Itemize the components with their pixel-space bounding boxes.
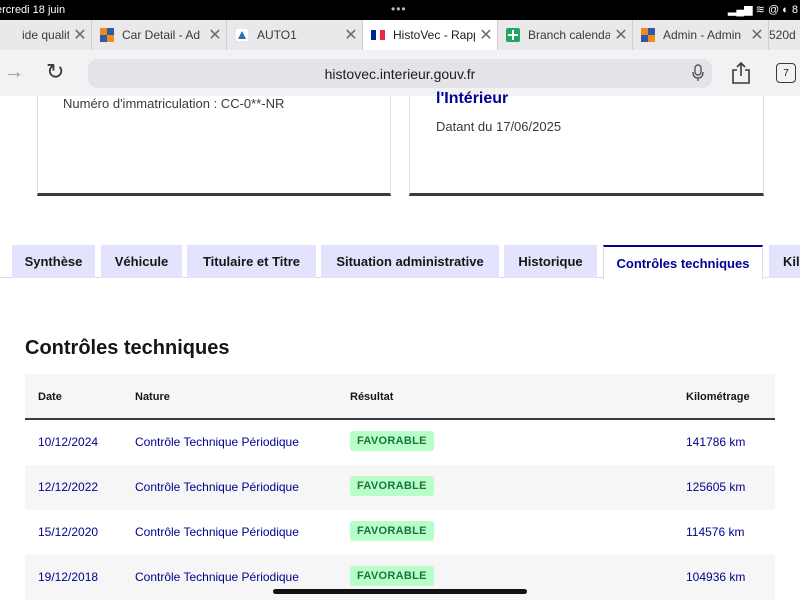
browser-tab-title: 520d [769, 28, 796, 42]
tab-synthese[interactable]: Synthèse [12, 245, 95, 278]
inspection-nature: Contrôle Technique Périodique [135, 525, 299, 539]
inspection-date: 15/12/2020 [38, 525, 99, 539]
tab-vehicule[interactable]: Véhicule [101, 245, 182, 278]
green-sheet-favicon-icon [506, 28, 520, 42]
page-title: Contrôles techniques [25, 337, 230, 359]
report-issuer-card: l'Intérieur Datant du 17/06/2025 [409, 90, 764, 196]
result-badge: FAVORABLE [350, 566, 434, 586]
orange-blue-grid-favicon-icon [641, 28, 655, 42]
inspection-date: 12/12/2022 [38, 480, 99, 494]
table-row: 15/12/2020 Contrôle Technique Périodique… [25, 510, 775, 555]
browser-tab[interactable]: 520d [769, 20, 800, 50]
browser-tab-title: AUTO1 [257, 28, 297, 42]
browser-tab-title: Branch calenda [528, 28, 610, 42]
reload-icon[interactable]: ↻ [46, 59, 64, 85]
status-bar: ercredi 18 juin ••• ▂▄▆ ≋ @ ◐ 8 [0, 0, 800, 20]
result-badge: FAVORABLE [350, 476, 434, 496]
inspection-date: 19/12/2018 [38, 570, 99, 584]
share-icon[interactable] [730, 61, 752, 85]
inspections-table: Date Nature Résultat Kilométrage 10/12/2… [25, 374, 775, 600]
tab-historique[interactable]: Historique [504, 245, 597, 278]
close-tab-icon[interactable]: ✕ [340, 25, 362, 45]
home-indicator[interactable] [273, 589, 527, 594]
browser-tab-title: HistoVec - Rapp [393, 28, 475, 42]
inspection-nature: Contrôle Technique Périodique [135, 480, 299, 494]
tab-kilometrage[interactable]: Kilo [769, 245, 800, 278]
browser-tab-title: ide qualité - [22, 28, 69, 42]
table-row: 12/12/2022 Contrôle Technique Périodique… [25, 465, 775, 510]
status-date: ercredi 18 juin [0, 4, 66, 16]
column-header-date: Date [38, 391, 62, 403]
issuer-name: l'Intérieur [436, 90, 509, 107]
result-badge: FAVORABLE [350, 521, 434, 541]
microphone-icon[interactable] [692, 64, 704, 82]
inspection-nature: Contrôle Technique Périodique [135, 435, 299, 449]
browser-tab-active[interactable]: HistoVec - Rapp ✕ [363, 20, 498, 50]
browser-tab-title: Car Detail - Ad [122, 28, 201, 42]
browser-tab[interactable]: Car Detail - Ad ✕ [92, 20, 227, 50]
table-row: 10/12/2024 Contrôle Technique Périodique… [25, 420, 775, 465]
column-header-result: Résultat [350, 391, 394, 403]
registration-number: Numéro d'immatriculation : CC-0**-NR [63, 96, 285, 111]
tab-overview-button[interactable]: 7 [776, 63, 796, 83]
multitasking-dots-icon[interactable]: ••• [391, 2, 407, 16]
inspection-mileage: 104936 km [686, 570, 746, 584]
tab-controles-techniques[interactable]: Contrôles techniques [603, 245, 763, 279]
browser-tab-title: Admin - Admin [663, 28, 742, 42]
column-header-nature: Nature [135, 391, 170, 403]
inspection-mileage: 141786 km [686, 435, 746, 449]
inspection-mileage: 125605 km [686, 480, 746, 494]
inspection-date: 10/12/2024 [38, 435, 99, 449]
table-header: Date Nature Résultat Kilométrage [25, 374, 775, 420]
browser-tab[interactable]: AUTO1 ✕ [227, 20, 363, 50]
result-badge: FAVORABLE [350, 431, 434, 451]
system-status-icons: ▂▄▆ ≋ @ ◐ 8 [727, 4, 798, 16]
browser-tab[interactable]: ide qualité - ✕ [0, 20, 92, 50]
browser-tab[interactable]: Admin - Admin ✕ [633, 20, 769, 50]
orange-blue-grid-favicon-icon [100, 28, 114, 42]
inspection-mileage: 114576 km [686, 525, 745, 539]
tab-situation-administrative[interactable]: Situation administrative [321, 245, 499, 278]
browser-tab[interactable]: Branch calenda ✕ [498, 20, 633, 50]
close-tab-icon[interactable]: ✕ [746, 25, 768, 45]
auto1-logo-icon [235, 28, 249, 42]
report-date: Datant du 17/06/2025 [436, 119, 562, 134]
report-section-tabs: Synthèse Véhicule Titulaire et Titre Sit… [0, 245, 800, 279]
close-tab-icon[interactable]: ✕ [69, 25, 91, 45]
url-text: histovec.interieur.gouv.fr [324, 65, 476, 82]
browser-toolbar: → ↻ histovec.interieur.gouv.fr 7 [0, 50, 800, 96]
vehicle-identity-card: Numéro d'immatriculation : CC-0**-NR [37, 96, 391, 196]
column-header-mileage: Kilométrage [686, 391, 750, 403]
browser-tab-strip: ide qualité - ✕ Car Detail - Ad ✕ AUTO1 … [0, 20, 800, 50]
table-body: 10/12/2024 Contrôle Technique Périodique… [25, 420, 775, 600]
inspection-nature: Contrôle Technique Périodique [135, 570, 299, 584]
forward-arrow-icon[interactable]: → [4, 61, 24, 84]
close-tab-icon[interactable]: ✕ [610, 25, 632, 45]
address-bar[interactable]: histovec.interieur.gouv.fr [88, 59, 712, 88]
tab-titulaire-et-titre[interactable]: Titulaire et Titre [187, 245, 316, 278]
close-tab-icon[interactable]: ✕ [204, 25, 226, 45]
french-flag-favicon-icon [371, 30, 385, 40]
blank-favicon-icon [0, 28, 14, 42]
close-tab-icon[interactable]: ✕ [475, 25, 497, 45]
